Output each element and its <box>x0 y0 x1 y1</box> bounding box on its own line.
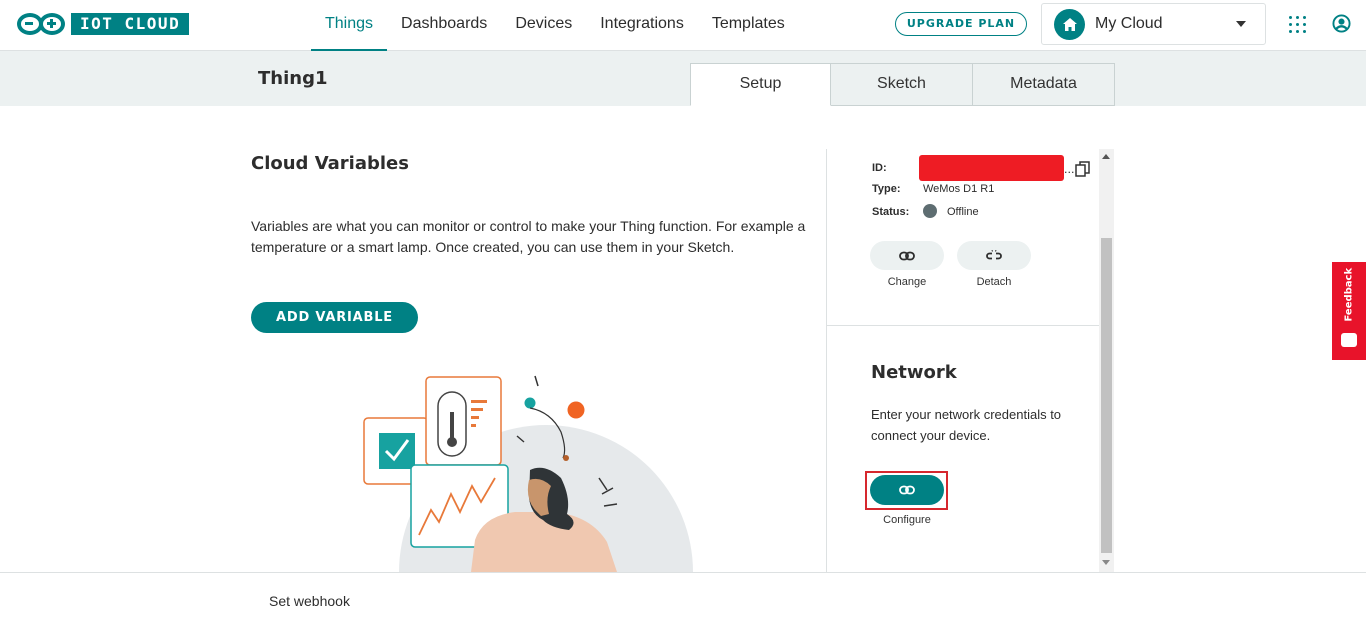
feedback-tab[interactable]: Feedback <box>1332 262 1366 360</box>
change-device-button[interactable] <box>870 241 944 270</box>
set-webhook-link[interactable]: Set webhook <box>269 593 350 609</box>
add-variable-button[interactable]: ADD VARIABLE <box>251 302 418 333</box>
feedback-face-icon <box>1341 333 1357 347</box>
link-icon <box>899 251 915 260</box>
top-navbar: IOT CLOUD Things Dashboards Devices Inte… <box>0 0 1366 51</box>
configure-network-button[interactable] <box>870 475 944 505</box>
status-indicator <box>923 204 937 218</box>
nav-templates[interactable]: Templates <box>698 0 799 51</box>
device-id-label: ID: <box>872 162 887 174</box>
nav-devices[interactable]: Devices <box>501 0 586 51</box>
thing-header: Thing1 Setup Sketch Metadata <box>0 51 1366 106</box>
tab-setup[interactable]: Setup <box>690 63 831 106</box>
copy-icon[interactable] <box>1075 161 1091 177</box>
upgrade-plan-button[interactable]: UPGRADE PLAN <box>895 12 1027 36</box>
tab-sketch[interactable]: Sketch <box>831 63 973 106</box>
redacted-device-id <box>919 155 1064 181</box>
device-status-label: Status: <box>872 206 910 218</box>
space-selector[interactable]: My Cloud <box>1041 3 1266 45</box>
device-status-row: Status: Offline <box>872 204 979 218</box>
detach-label: Detach <box>976 276 1012 288</box>
nav-dashboards[interactable]: Dashboards <box>387 0 501 51</box>
cloud-variables-title: Cloud Variables <box>251 153 409 174</box>
network-title: Network <box>871 362 957 383</box>
device-id-row: ID: <box>872 162 923 174</box>
link-icon <box>899 485 915 495</box>
change-label: Change <box>887 276 927 288</box>
nav-integrations[interactable]: Integrations <box>586 0 698 51</box>
network-description: Enter your network credentials to connec… <box>871 407 1062 443</box>
panel-scrollbar[interactable] <box>1099 149 1114 572</box>
tab-metadata[interactable]: Metadata <box>973 63 1115 106</box>
configure-label: Configure <box>883 514 931 526</box>
panel-divider <box>827 325 1099 326</box>
scroll-up-arrow-icon[interactable] <box>1102 154 1110 159</box>
arduino-infinity-icon <box>17 13 65 35</box>
detach-device-button[interactable] <box>957 241 1031 270</box>
scroll-thumb[interactable] <box>1101 238 1112 553</box>
thing-title[interactable]: Thing1 <box>258 68 328 89</box>
main-nav: Things Dashboards Devices Integrations T… <box>311 0 799 51</box>
scroll-down-arrow-icon[interactable] <box>1102 560 1110 565</box>
arduino-iot-cloud-logo[interactable]: IOT CLOUD <box>17 13 190 35</box>
logo-text: IOT CLOUD <box>71 13 190 35</box>
cloud-variables-description: Variables are what you can monitor or co… <box>251 218 806 255</box>
apps-grid-icon[interactable] <box>1289 16 1306 33</box>
thing-tabs: Setup Sketch Metadata <box>690 63 1115 106</box>
feedback-label: Feedback <box>1343 267 1355 322</box>
empty-variables-illustration <box>363 375 693 572</box>
unlink-icon <box>986 249 1002 259</box>
device-network-panel: ID: ... Type: WeMos D1 R1 Status: Offline … <box>826 149 1114 572</box>
space-name: My Cloud <box>1095 15 1163 32</box>
device-type-value: WeMos D1 R1 <box>923 183 995 195</box>
device-type-label: Type: <box>872 183 901 195</box>
footer-bar: Set webhook <box>0 572 1366 623</box>
device-status-value: Offline <box>947 206 979 218</box>
chevron-down-icon <box>1236 21 1246 27</box>
nav-things[interactable]: Things <box>311 0 388 51</box>
home-icon <box>1054 8 1085 40</box>
device-type-row: Type: WeMos D1 R1 <box>872 183 994 195</box>
account-icon[interactable] <box>1332 14 1351 33</box>
device-id-ellipsis: ... <box>1064 163 1075 176</box>
